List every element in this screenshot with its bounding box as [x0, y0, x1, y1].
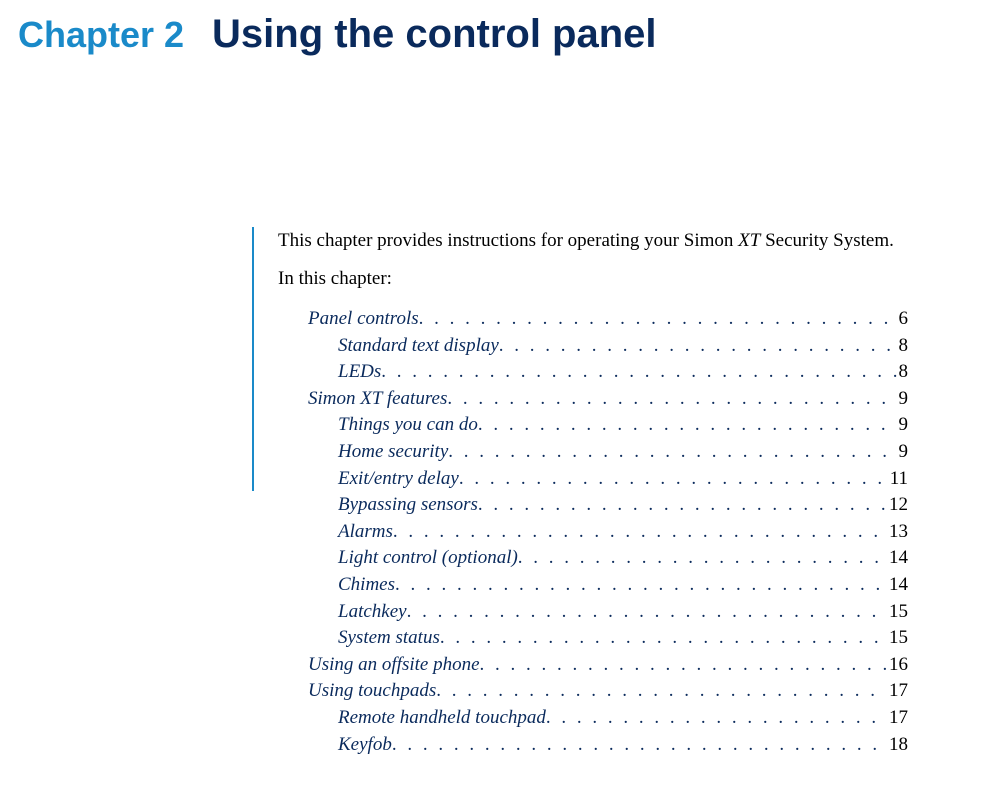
toc-entry-page: 6 [897, 306, 909, 333]
toc-entry-page: 17 [887, 705, 908, 732]
toc-leader-dots [499, 333, 897, 360]
toc-entry-page: 15 [887, 599, 908, 626]
intro-text-after: Security System. [760, 230, 894, 251]
toc-leader-dots [395, 572, 887, 599]
toc-entry-page: 18 [887, 732, 908, 759]
toc-leader-dots [419, 306, 897, 333]
toc-entry[interactable]: Home security 9 [278, 439, 908, 466]
toc-entry-page: 15 [887, 625, 908, 652]
toc-leader-dots [480, 652, 887, 679]
toc-entry-page: 12 [887, 492, 908, 519]
toc-leader-dots [407, 599, 887, 626]
toc-entry-label: Standard text display [338, 333, 499, 360]
toc-entry-page: 9 [897, 412, 909, 439]
intro-text-before: This chapter provides instructions for o… [278, 230, 738, 251]
toc-entry-page: 11 [888, 466, 908, 493]
toc-entry[interactable]: Bypassing sensors 12 [278, 492, 908, 519]
toc-entry[interactable]: System status 15 [278, 625, 908, 652]
toc-entry[interactable]: Alarms 13 [278, 519, 908, 546]
toc-leader-dots [546, 705, 887, 732]
toc-entry-label: Chimes [338, 572, 395, 599]
toc-entry-label: Simon XT features [308, 386, 447, 413]
toc-entry[interactable]: Panel controls 6 [278, 306, 908, 333]
toc-leader-dots [436, 678, 887, 705]
toc-entry-label: Using touchpads [308, 678, 436, 705]
toc-entry[interactable]: Standard text display 8 [278, 333, 908, 360]
toc-leader-dots [393, 519, 887, 546]
chapter-intro: This chapter provides instructions for o… [278, 227, 983, 255]
toc-entry-page: 9 [897, 386, 909, 413]
toc-entry-label: LEDs [338, 359, 381, 386]
toc-entry-label: Latchkey [338, 599, 407, 626]
table-of-contents: Panel controls6Standard text display8LED… [278, 306, 908, 758]
toc-entry[interactable]: Latchkey 15 [278, 599, 908, 626]
toc-entry-label: Keyfob [338, 732, 392, 759]
chapter-header: Chapter 2 Using the control panel [18, 12, 983, 57]
toc-entry-label: Alarms [338, 519, 393, 546]
toc-entry-page: 14 [887, 545, 908, 572]
toc-leader-dots [478, 492, 887, 519]
intro-italic: XT [738, 230, 760, 251]
toc-leader-dots [440, 625, 887, 652]
toc-leader-dots [518, 545, 887, 572]
in-this-chapter: In this chapter: [278, 265, 983, 293]
toc-entry[interactable]: Chimes 14 [278, 572, 908, 599]
toc-entry-label: Exit/entry delay [338, 466, 459, 493]
chapter-label: Chapter 2 [18, 14, 184, 56]
toc-entry[interactable]: Remote handheld touchpad 17 [278, 705, 908, 732]
toc-entry-page: 9 [897, 439, 909, 466]
toc-entry[interactable]: LEDs 8 [278, 359, 908, 386]
vertical-rule [252, 227, 254, 491]
toc-entry[interactable]: Exit/entry delay 11 [278, 466, 908, 493]
toc-entry-label: Things you can do [338, 412, 478, 439]
toc-entry-label: Using an offsite phone [308, 652, 480, 679]
chapter-title: Using the control panel [212, 12, 656, 57]
toc-entry-page: 17 [887, 678, 908, 705]
toc-entry[interactable]: Using an offsite phone 16 [278, 652, 908, 679]
toc-entry[interactable]: Using touchpads 17 [278, 678, 908, 705]
toc-entry-label: Panel controls [308, 306, 419, 333]
toc-entry[interactable]: Things you can do 9 [278, 412, 908, 439]
toc-entry-page: 13 [887, 519, 908, 546]
toc-entry-page: 8 [897, 359, 909, 386]
toc-entry-label: Light control (optional) [338, 545, 518, 572]
toc-leader-dots [478, 412, 897, 439]
toc-entry-label: Bypassing sensors [338, 492, 478, 519]
toc-entry[interactable]: Simon XT features 9 [278, 386, 908, 413]
toc-entry-page: 14 [887, 572, 908, 599]
toc-entry-label: System status [338, 625, 440, 652]
toc-entry-page: 16 [887, 652, 908, 679]
toc-leader-dots [459, 466, 888, 493]
toc-entry[interactable]: Light control (optional) 14 [278, 545, 908, 572]
toc-leader-dots [381, 359, 896, 386]
toc-entry[interactable]: Keyfob 18 [278, 732, 908, 759]
toc-entry-page: 8 [897, 333, 909, 360]
toc-leader-dots [448, 439, 896, 466]
toc-leader-dots [392, 732, 887, 759]
toc-entry-label: Remote handheld touchpad [338, 705, 546, 732]
toc-entry-label: Home security [338, 439, 448, 466]
toc-leader-dots [447, 386, 896, 413]
